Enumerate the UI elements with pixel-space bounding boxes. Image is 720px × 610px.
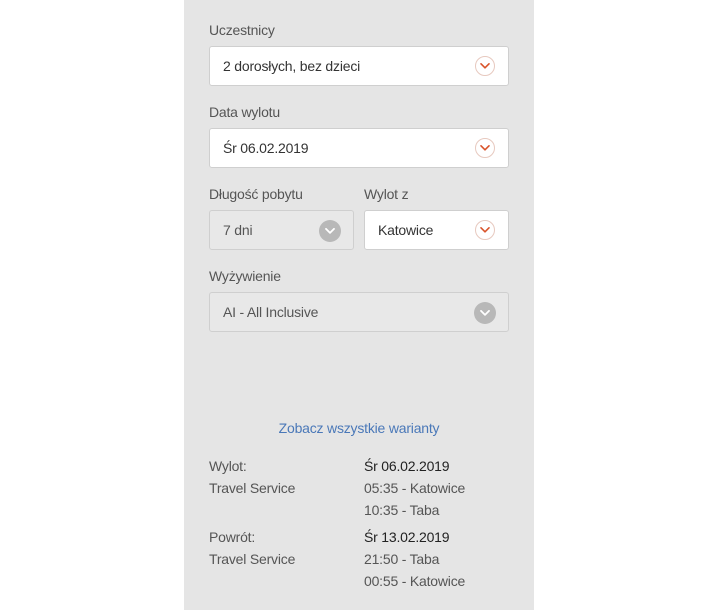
departure-from-value: Katowice	[378, 222, 434, 238]
outbound-details: Śr 06.02.2019 05:35 - Katowice 10:35 - T…	[364, 455, 465, 521]
departure-date-label: Data wylotu	[209, 104, 280, 120]
duration-select[interactable]: 7 dni	[209, 210, 354, 250]
departure-from-label: Wylot z	[364, 186, 409, 202]
chevron-down-icon	[475, 138, 495, 158]
chevron-down-icon	[319, 220, 341, 242]
participants-label: Uczestnicy	[209, 22, 275, 38]
chevron-down-icon	[475, 56, 495, 76]
departure-from-select[interactable]: Katowice	[364, 210, 509, 250]
outbound-depart: 05:35 - Katowice	[364, 480, 466, 496]
duration-value: 7 dni	[223, 222, 253, 238]
participants-select[interactable]: 2 dorosłych, bez dzieci	[209, 46, 509, 86]
return-details: Śr 13.02.2019 21:50 - Taba 00:55 - Katow…	[364, 526, 465, 592]
departure-date-value: Śr 06.02.2019	[223, 140, 309, 156]
duration-label: Długość pobytu	[209, 186, 303, 202]
chevron-down-icon	[475, 220, 495, 240]
departure-date-select[interactable]: Śr 06.02.2019	[209, 128, 509, 168]
outbound-label: Wylot:	[209, 458, 247, 474]
return-date: Śr 13.02.2019	[364, 529, 450, 545]
return-depart: 21:50 - Taba	[364, 551, 440, 567]
board-label: Wyżywienie	[209, 268, 281, 284]
return-labels: Powrót: Travel Service	[209, 526, 295, 570]
return-arrive: 00:55 - Katowice	[364, 573, 466, 589]
outbound-carrier: Travel Service	[209, 480, 296, 496]
outbound-arrive: 10:35 - Taba	[364, 502, 440, 518]
outbound-labels: Wylot: Travel Service	[209, 455, 295, 499]
board-value: AI - All Inclusive	[223, 304, 319, 320]
participants-value: 2 dorosłych, bez dzieci	[223, 58, 361, 74]
board-select[interactable]: AI - All Inclusive	[209, 292, 509, 332]
chevron-down-icon	[474, 302, 496, 324]
see-all-variants-link[interactable]: Zobacz wszystkie warianty	[184, 420, 534, 436]
return-label: Powrót:	[209, 529, 256, 545]
return-carrier: Travel Service	[209, 551, 296, 567]
outbound-date: Śr 06.02.2019	[364, 458, 450, 474]
